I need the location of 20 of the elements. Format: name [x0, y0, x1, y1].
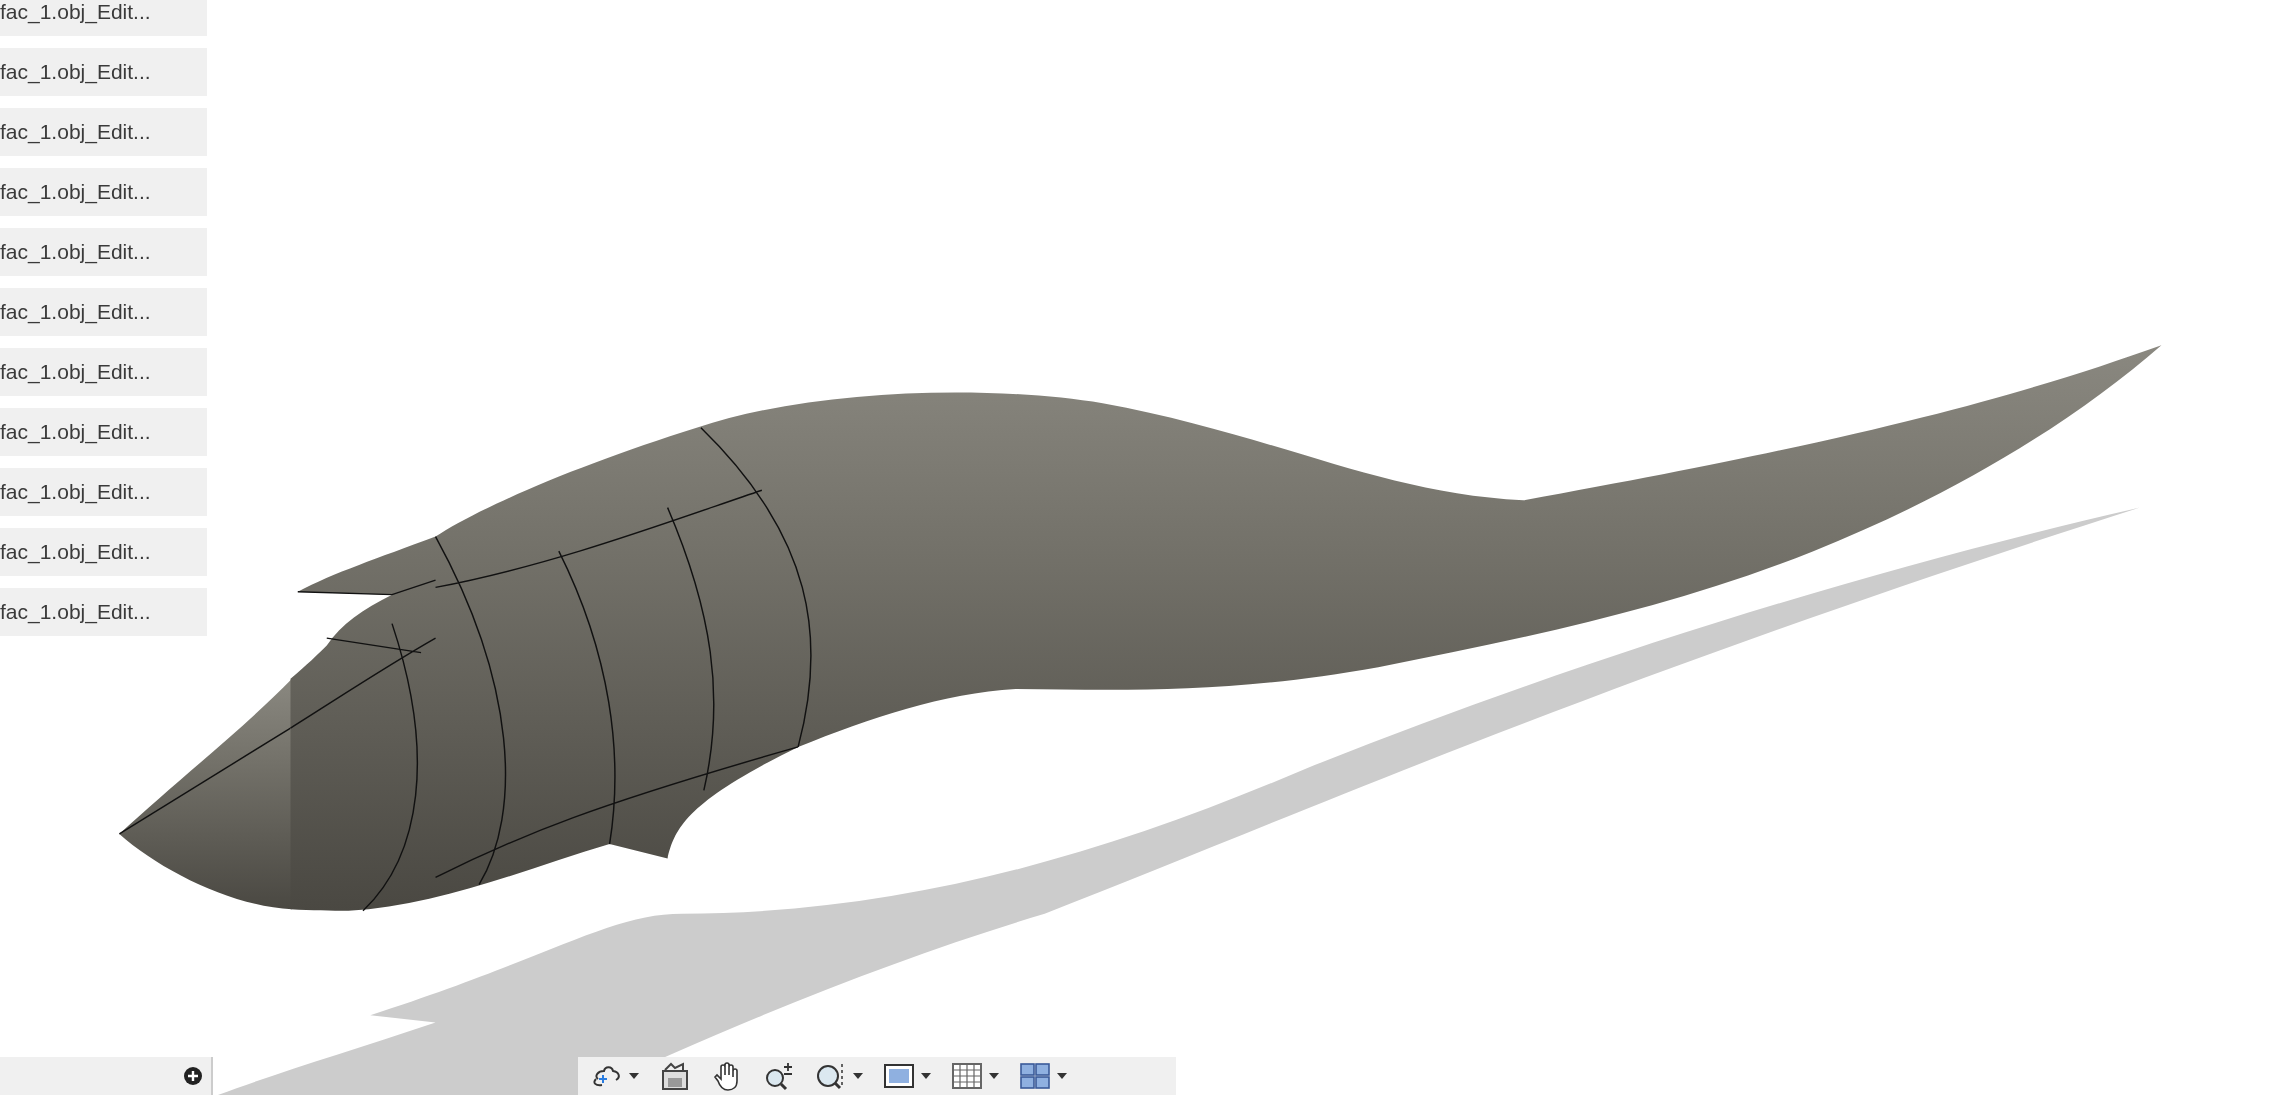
caret-icon	[628, 1072, 640, 1080]
caret-icon	[988, 1072, 1000, 1080]
browser-item[interactable]: fac_1.obj_Edit...	[0, 48, 207, 96]
caret-icon	[1056, 1072, 1068, 1080]
browser-item[interactable]: fac_1.obj_Edit...	[0, 108, 207, 156]
browser-item[interactable]: fac_1.obj_Edit...	[0, 348, 207, 396]
browser-item[interactable]: fac_1.obj_Edit...	[0, 288, 207, 336]
browser-item[interactable]: fac_1.obj_Edit...	[0, 408, 207, 456]
grid-icon	[950, 1061, 984, 1091]
add-icon[interactable]	[183, 1066, 203, 1086]
caret-icon	[920, 1072, 932, 1080]
browser-item[interactable]: fac_1.obj_Edit...	[0, 588, 207, 636]
viewports-icon	[1018, 1061, 1052, 1091]
browser-item[interactable]: fac_1.obj_Edit...	[0, 228, 207, 276]
caret-icon	[852, 1072, 864, 1080]
browser-item[interactable]: fac_1.obj_Edit...	[0, 528, 207, 576]
display-icon	[882, 1061, 916, 1091]
browser-item[interactable]: fac_1.obj_Edit...	[0, 468, 207, 516]
browser-item[interactable]: fac_1.obj_Edit...	[0, 168, 207, 216]
browser-item[interactable]: fac_1.obj_Edit...	[0, 0, 207, 36]
